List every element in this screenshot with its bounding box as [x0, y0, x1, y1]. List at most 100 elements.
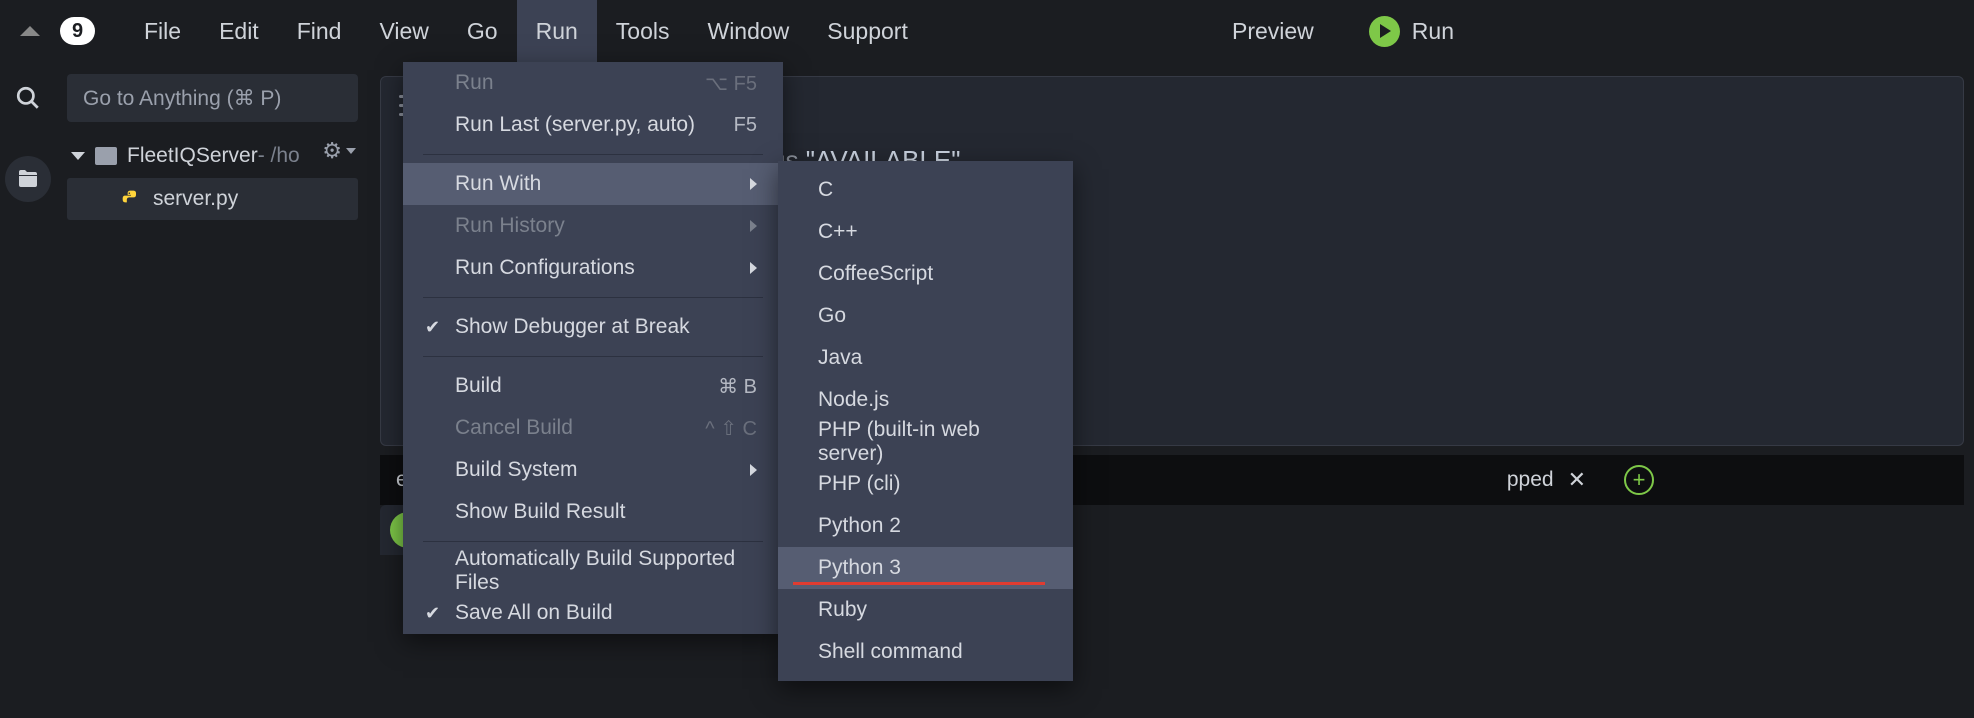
- file-tree-icon[interactable]: [5, 156, 51, 202]
- menu-go[interactable]: Go: [448, 0, 517, 62]
- menu-run[interactable]: Run: [517, 0, 597, 62]
- menu-item-label: Save All on Build: [455, 601, 613, 625]
- runner-php-cli-[interactable]: PHP (cli): [778, 463, 1073, 505]
- cloud9-logo[interactable]: [60, 17, 95, 45]
- check-icon: ✔: [425, 317, 440, 338]
- menu-item-run-with[interactable]: Run With: [403, 163, 783, 205]
- menu-item-label: Show Build Result: [455, 500, 625, 524]
- check-icon: ✔: [425, 603, 440, 624]
- highlight-underline: [793, 582, 1045, 585]
- menu-item-show-debugger-at-break[interactable]: ✔ Show Debugger at Break: [403, 306, 783, 348]
- folder-icon: [95, 147, 117, 165]
- menu-support[interactable]: Support: [808, 0, 927, 62]
- add-tab-button[interactable]: +: [1624, 465, 1654, 495]
- menu-item-label: Show Debugger at Break: [455, 315, 690, 339]
- runner-java[interactable]: Java: [778, 337, 1073, 379]
- menu-separator: [423, 154, 763, 155]
- runner-label: PHP (built-in web server): [818, 418, 1033, 466]
- menu-tools[interactable]: Tools: [597, 0, 689, 62]
- chevron-down-icon: [346, 148, 356, 154]
- runner-label: C: [818, 178, 833, 202]
- menu-item-cancel-build: Cancel Build ^ ⇧ C: [403, 407, 783, 449]
- menu-item-label: Build System: [455, 458, 578, 482]
- project-name: FleetIQServer: [127, 144, 258, 168]
- runner-ruby[interactable]: Ruby: [778, 589, 1073, 631]
- menu-find[interactable]: Find: [278, 0, 361, 62]
- menu-item-label: Build: [455, 374, 502, 398]
- top-menubar: FileEditFindViewGoRunToolsWindowSupport …: [0, 0, 1974, 62]
- menu-file[interactable]: File: [125, 0, 200, 62]
- menu-item-label: Run Last (server.py, auto): [455, 113, 695, 137]
- goto-anything-input[interactable]: Go to Anything (⌘ P): [67, 74, 358, 122]
- menu-item-label: Run Configurations: [455, 256, 635, 280]
- runner-label: Ruby: [818, 598, 867, 622]
- preview-button[interactable]: Preview: [1232, 18, 1314, 45]
- run-button[interactable]: Run: [1369, 16, 1454, 47]
- file-tree-sidebar: Go to Anything (⌘ P) FleetIQServer - /ho…: [55, 62, 370, 718]
- chevron-right-icon: [750, 220, 757, 232]
- run-menu-dropdown: Run ⌥ F5 Run Last (server.py, auto) F5 Run W…: [403, 62, 783, 634]
- menu-item-automatically-build-supported-files[interactable]: Automatically Build Supported Files: [403, 550, 783, 592]
- menu-item-run-last-server-py-auto-[interactable]: Run Last (server.py, auto) F5: [403, 104, 783, 146]
- collapse-panel-icon[interactable]: [20, 26, 40, 36]
- keyboard-shortcut: ⌘ B: [718, 374, 757, 399]
- menu-item-build-system[interactable]: Build System: [403, 449, 783, 491]
- chevron-right-icon: [750, 262, 757, 274]
- menu-item-run-history: Run History: [403, 205, 783, 247]
- keyboard-shortcut: F5: [734, 114, 757, 137]
- menu-item-label: Run With: [455, 172, 541, 196]
- menu-separator: [423, 541, 763, 542]
- runner-c[interactable]: C: [778, 169, 1073, 211]
- runner-label: Go: [818, 304, 846, 328]
- runner-label: Java: [818, 346, 862, 370]
- tab-label: pped: [1507, 468, 1554, 492]
- runner-shell-command[interactable]: Shell command: [778, 631, 1073, 673]
- runner-c-[interactable]: C++: [778, 211, 1073, 253]
- chevron-right-icon: [750, 178, 757, 190]
- runner-php-built-in-web-server-[interactable]: PHP (built-in web server): [778, 421, 1073, 463]
- runner-label: PHP (cli): [818, 472, 900, 496]
- menu-item-run-configurations[interactable]: Run Configurations: [403, 247, 783, 289]
- tree-settings-button[interactable]: ⚙: [322, 138, 356, 164]
- keyboard-shortcut: ⌥ F5: [705, 71, 757, 96]
- menu-item-label: Run History: [455, 214, 565, 238]
- runner-go[interactable]: Go: [778, 295, 1073, 337]
- python-file-icon: [121, 189, 141, 209]
- keyboard-shortcut: ^ ⇧ C: [705, 416, 757, 441]
- file-name: server.py: [153, 187, 238, 211]
- left-rail: [0, 62, 55, 718]
- play-icon: [1369, 16, 1400, 47]
- runner-python-2[interactable]: Python 2: [778, 505, 1073, 547]
- gear-icon: ⚙: [322, 138, 342, 164]
- project-path: - /ho: [258, 144, 300, 168]
- runner-label: C++: [818, 220, 858, 244]
- runner-node-js[interactable]: Node.js: [778, 379, 1073, 421]
- menu-separator: [423, 356, 763, 357]
- runner-coffeescript[interactable]: CoffeeScript: [778, 253, 1073, 295]
- run-button-label: Run: [1412, 18, 1454, 45]
- menu-item-label: Automatically Build Supported Files: [455, 547, 757, 595]
- runner-label: Node.js: [818, 388, 889, 412]
- menu-edit[interactable]: Edit: [200, 0, 278, 62]
- menu-separator: [423, 297, 763, 298]
- menu-item-show-build-result[interactable]: Show Build Result: [403, 491, 783, 533]
- menu-window[interactable]: Window: [688, 0, 808, 62]
- run-with-submenu: C C++ CoffeeScript Go Java Node.js PHP (built-…: [778, 161, 1073, 681]
- chevron-right-icon: [750, 464, 757, 476]
- menu-item-save-all-on-build[interactable]: ✔ Save All on Build: [403, 592, 783, 634]
- runner-label: Python 2: [818, 514, 901, 538]
- runner-python-3[interactable]: Python 3: [778, 547, 1073, 589]
- runner-label: Shell command: [818, 640, 963, 664]
- console-tab[interactable]: pped ✕: [1487, 457, 1606, 503]
- menu-item-label: Cancel Build: [455, 416, 573, 440]
- close-icon[interactable]: ✕: [1568, 467, 1586, 493]
- runner-label: CoffeeScript: [818, 262, 933, 286]
- runner-label: Python 3: [818, 556, 901, 580]
- file-tree-item[interactable]: server.py: [67, 178, 358, 220]
- menu-item-build[interactable]: Build ⌘ B: [403, 365, 783, 407]
- search-icon[interactable]: [10, 80, 46, 116]
- menu-item-label: Run: [455, 71, 494, 95]
- chevron-down-icon: [71, 152, 85, 160]
- menu-view[interactable]: View: [360, 0, 447, 62]
- project-root[interactable]: FleetIQServer - /ho ⚙: [67, 138, 358, 174]
